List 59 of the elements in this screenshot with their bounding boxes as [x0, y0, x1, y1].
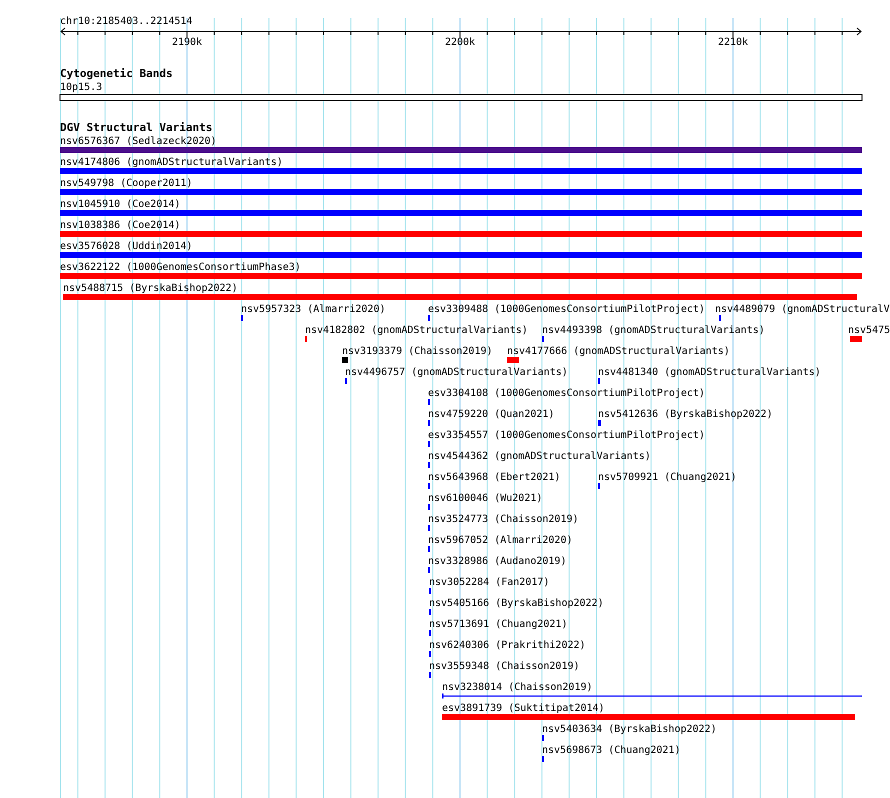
variant-label[interactable]: esv3622122 (1000GenomesConsortiumPhase3) — [60, 262, 301, 273]
variant-label[interactable]: nsv5698673 (Chuang2021) — [542, 745, 680, 756]
variant-bar[interactable] — [850, 336, 862, 342]
variant-label[interactable]: esv3576028 (Uddin2014) — [60, 241, 192, 252]
ruler-tick-label: 2200k — [444, 37, 476, 48]
variant-bar[interactable] — [60, 231, 862, 237]
variant-label[interactable]: nsv3052284 (Fan2017) — [429, 577, 550, 588]
position-label: chr10:2185403..2214514 — [60, 16, 192, 27]
variant-label[interactable]: nsv4544362 (gnomADStructuralVariants) — [428, 451, 651, 462]
variant-label[interactable]: nsv1045910 (Coe2014) — [60, 199, 180, 210]
variant-label[interactable]: nsv6100046 (Wu2021) — [428, 493, 542, 504]
variant-label[interactable]: esv3354557 (1000GenomesConsortiumPilotProject) — [428, 430, 705, 441]
variant-label[interactable]: nsv4496757 (gnomADStructuralVariants) — [345, 367, 568, 378]
variant-label[interactable]: nsv4174806 (gnomADStructuralVariants) — [60, 157, 283, 168]
variant-label[interactable]: esv3309488 (1000GenomesConsortiumPilotProject) — [428, 304, 705, 315]
variant-label[interactable]: nsv5643968 (Ebert2021) — [428, 472, 560, 483]
ruler-tick-label: 2210k — [718, 37, 748, 48]
variant-bar[interactable] — [507, 357, 519, 363]
variant-label[interactable]: nsv3328986 (Audano2019) — [428, 556, 566, 567]
variant-label[interactable]: nsv5967052 (Almarri2020) — [428, 535, 572, 546]
track-title: Cytogenetic Bands — [60, 67, 173, 80]
variant-label[interactable]: esv3891739 (Suktitipat2014) — [442, 703, 605, 714]
variant-bar[interactable] — [442, 714, 855, 720]
variant-label[interactable]: nsv6576367 (Sedlazeck2020) — [60, 136, 217, 147]
variant-label[interactable]: esv3304108 (1000GenomesConsortiumPilotProject) — [428, 388, 705, 399]
variant-bar[interactable] — [60, 210, 862, 216]
variant-bar[interactable] — [60, 168, 862, 174]
variant-label[interactable]: nsv5957323 (Almarri2020) — [241, 304, 386, 315]
variant-label[interactable]: nsv5488715 (ByrskaBishop2022) — [63, 283, 238, 294]
variant-label[interactable]: nsv5405166 (ByrskaBishop2022) — [429, 598, 604, 609]
variant-line[interactable] — [442, 694, 862, 698]
variant-label[interactable]: nsv4759220 (Quan2021) — [428, 409, 554, 420]
variant-bar[interactable] — [60, 252, 862, 258]
variant-label[interactable]: nsv4177666 (gnomADStructuralVariants) — [507, 346, 730, 357]
variant-label[interactable]: nsv4481340 (gnomADStructuralVariants) — [598, 367, 821, 378]
variant-label[interactable]: nsv4489079 (gnomADStructuralV — [715, 304, 890, 315]
variant-label[interactable]: nsv3238014 (Chaisson2019) — [442, 682, 593, 693]
variant-bar[interactable] — [342, 357, 348, 363]
band-label: 10p15.3 — [60, 82, 102, 93]
variant-label[interactable]: nsv4493398 (gnomADStructuralVariants) — [542, 325, 765, 336]
track-title: DGV Structural Variants — [60, 121, 212, 134]
variant-label[interactable]: nsv5709921 (Chuang2021) — [598, 472, 736, 483]
variant-bar[interactable] — [60, 189, 862, 195]
variant-label[interactable]: nsv5412636 (ByrskaBishop2022) — [598, 409, 773, 420]
variant-label[interactable]: nsv6240306 (Prakrithi2022) — [429, 640, 586, 651]
variant-bar[interactable] — [598, 420, 601, 426]
variant-label[interactable]: nsv4182802 (gnomADStructuralVariants) — [305, 325, 528, 336]
variant-label[interactable]: nsv5475 — [848, 325, 890, 336]
variant-label[interactable]: nsv3193379 (Chaisson2019) — [342, 346, 493, 357]
variant-label[interactable]: nsv5403634 (ByrskaBishop2022) — [542, 724, 717, 735]
variant-label[interactable]: nsv5713691 (Chuang2021) — [429, 619, 568, 630]
variant-bar[interactable] — [63, 294, 857, 300]
ruler-tick-label: 2190k — [172, 37, 202, 48]
variant-label[interactable]: nsv1038386 (Coe2014) — [60, 220, 180, 231]
variant-bar[interactable] — [60, 273, 862, 279]
variant-bar[interactable] — [60, 147, 862, 153]
variant-label[interactable]: nsv3524773 (Chaisson2019) — [428, 514, 579, 525]
variant-label[interactable]: nsv549798 (Cooper2011) — [60, 178, 192, 189]
variant-label[interactable]: nsv3559348 (Chaisson2019) — [429, 661, 580, 672]
